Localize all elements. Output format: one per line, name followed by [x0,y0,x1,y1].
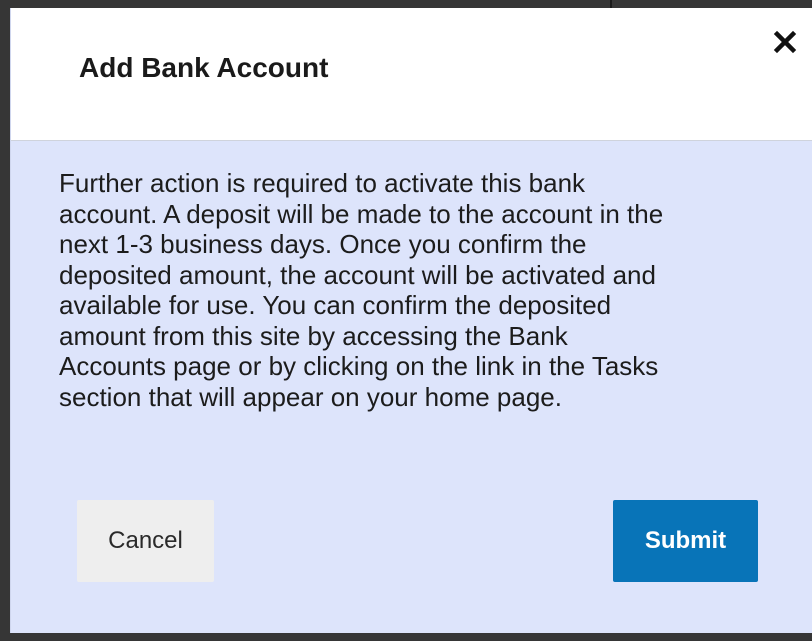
dialog-message-line: Further action is required to activate t… [59,168,586,198]
dialog-message-line: Accounts page or by clicking on the link… [59,351,659,381]
dialog-message-line: account. A deposit will be made to the a… [59,198,664,229]
cancel-button[interactable]: Cancel [77,500,214,582]
dialog-header: Add Bank Account [11,8,812,141]
backdrop-divider [610,0,612,8]
dialog-message-line: available for use. You can confirm the d… [59,290,612,320]
dialog-message-line: amount from this site by accessing the B… [59,320,568,351]
close-icon [773,30,797,54]
add-bank-account-dialog: Add Bank Account Further action is requi… [10,8,812,633]
dialog-message-line: section that will appear on your home pa… [59,381,562,412]
dialog-title: Add Bank Account [79,52,329,83]
close-button[interactable] [771,28,799,56]
dialog-message-line: deposited amount, the account will be ac… [59,259,656,290]
submit-button[interactable]: Submit [613,500,758,582]
dialog-message: Further action is required to activate t… [59,168,811,412]
dialog-message-line: next 1-3 business days. Once you confirm… [59,229,587,259]
